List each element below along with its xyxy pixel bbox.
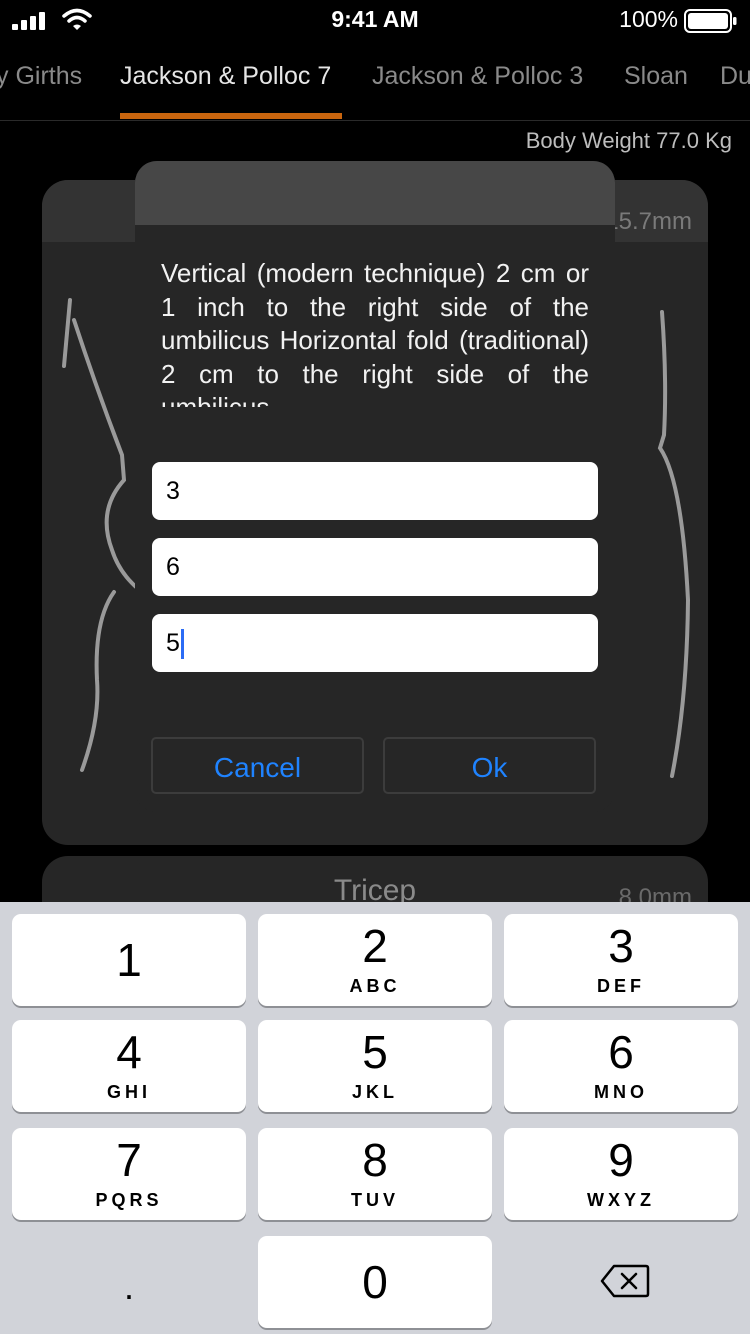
key-number: 5 [362,1026,388,1078]
input-value: 5 [166,629,180,657]
key-number: 3 [608,920,634,972]
key-decimal-point[interactable]: . [12,1236,246,1328]
dialog-message: Vertical (modern technique) 2 cm or 1 in… [161,258,589,407]
key-4[interactable]: 4 GHI [12,1020,246,1112]
key-0[interactable]: 0 [258,1236,492,1328]
cancel-button[interactable]: Cancel [151,737,364,794]
key-2[interactable]: 2 ABC [258,914,492,1006]
key-number: 6 [608,1026,634,1078]
key-1[interactable]: 1 [12,914,246,1006]
key-letters: PQRS [95,1190,163,1210]
dialog-header [135,161,615,225]
key-letters: GHI [106,1082,151,1102]
tab-bar: y Girths Jackson & Polloc 7 Jackson & Po… [0,40,750,121]
tab-sloan[interactable]: Sloan [624,62,688,91]
key-letters: DEF [597,976,645,996]
battery-icon [684,9,737,33]
key-letters: TUV [351,1190,399,1210]
input-value: 3 [166,477,180,505]
key-6[interactable]: 6 MNO [504,1020,738,1112]
key-number: 1 [116,934,142,986]
key-letters: WXYZ [587,1190,655,1210]
measurement-input-3[interactable]: 5 [152,614,598,672]
numeric-keypad: 1 2 ABC 3 DEF 4 GHI 5 JKL 6 MNO 7 PQRS 8… [0,902,750,1334]
key-letters: MNO [594,1082,648,1102]
tab-body-girths[interactable]: y Girths [0,62,82,91]
body-weight-label: Body Weight 77.0 Kg [525,128,732,153]
key-number: 8 [362,1134,388,1186]
measurement-input-1[interactable]: 3 [152,462,598,520]
key-7[interactable]: 7 PQRS [12,1128,246,1220]
battery-percentage: 100% [619,6,678,32]
tab-jackson-polloc-3[interactable]: Jackson & Polloc 3 [372,62,583,91]
input-value: 6 [166,553,180,581]
key-number: 4 [116,1026,142,1078]
key-letters: JKL [351,1082,398,1102]
ok-button[interactable]: Ok [383,737,596,794]
key-dot-label: . [123,1266,134,1307]
key-3[interactable]: 3 DEF [504,914,738,1006]
tab-durnin[interactable]: Du [720,62,750,91]
status-bar: 9:41 AM 100% [0,0,750,40]
key-8[interactable]: 8 TUV [258,1128,492,1220]
key-number: 2 [362,920,388,972]
key-number: 9 [608,1134,634,1186]
measurement-dialog: Vertical (modern technique) 2 cm or 1 in… [135,161,615,812]
key-letters: ABC [349,976,401,996]
text-cursor [180,629,184,660]
key-9[interactable]: 9 WXYZ [504,1128,738,1220]
backspace-delete-icon[interactable] [600,1264,650,1298]
tab-jackson-polloc-7[interactable]: Jackson & Polloc 7 [120,62,331,91]
key-5[interactable]: 5 JKL [258,1020,492,1112]
key-number: 0 [362,1256,388,1308]
key-number: 7 [116,1134,142,1186]
measurement-input-2[interactable]: 6 [152,538,598,596]
active-tab-indicator [120,113,342,119]
